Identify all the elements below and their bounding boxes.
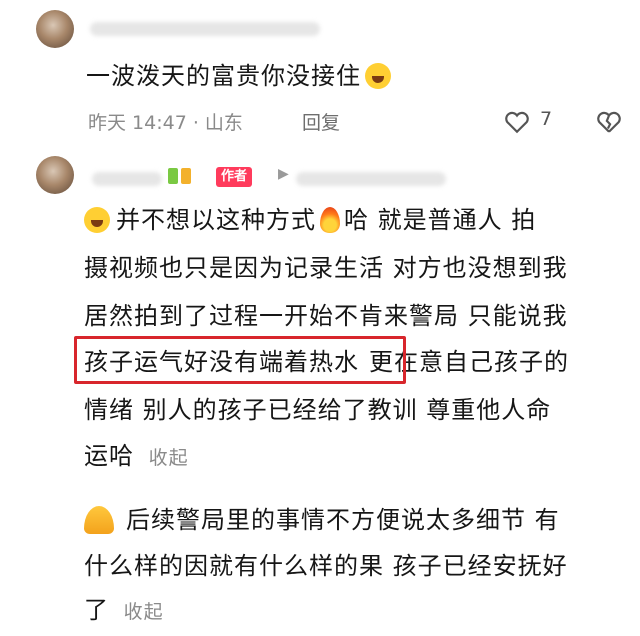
reply2-line-3: 了 收起 <box>84 586 164 636</box>
author-level-icons <box>168 168 204 188</box>
praying-hands-emoji-icon <box>84 506 114 534</box>
author-avatar[interactable] <box>36 156 74 194</box>
reply1-line-6-text: 运哈 <box>84 442 134 470</box>
reply1-line-1b: 哈 就是普通人 拍 <box>344 206 537 234</box>
crying-laughing-emoji-icon <box>365 63 391 89</box>
reply-to-name-blurred <box>296 172 446 186</box>
like-count: 7 <box>540 108 553 130</box>
comment-time-location: 昨天 14:47 · 山东 <box>88 112 243 134</box>
highlight-annotation-box <box>74 336 406 384</box>
comment-text: 一波泼天的富贵你没接住 <box>86 60 391 92</box>
reply2-line-1: 后续警局里的事情不方便说太多细节 有 <box>84 496 560 544</box>
dislike-broken-heart-icon[interactable] <box>596 110 622 134</box>
author-name-blurred[interactable] <box>92 172 162 186</box>
reply1-line-1a: 并不想以这种方式 <box>116 206 316 234</box>
reply1-line-1: 并不想以这种方式哈 就是普通人 拍 <box>84 196 536 244</box>
reply2-line-1-text: 后续警局里的事情不方便说太多细节 有 <box>126 506 560 534</box>
collapse-button[interactable]: 收起 <box>149 447 189 469</box>
comment-text-content: 一波泼天的富贵你没接住 <box>86 62 361 90</box>
reply1-line-5: 情绪 别人的孩子已经给了教训 尊重他人命 <box>84 396 552 424</box>
crying-laughing-emoji-icon <box>84 207 110 233</box>
comment-meta: 昨天 14:47 · 山东 <box>88 108 243 135</box>
like-heart-icon[interactable] <box>504 110 530 134</box>
commenter-avatar[interactable] <box>36 10 74 48</box>
reply2-line-2: 什么样的因就有什么样的果 孩子已经安抚好 <box>84 552 568 580</box>
reply-button[interactable]: 回复 <box>302 108 340 135</box>
reply1-line-2: 摄视频也只是因为记录生活 对方也没想到我 <box>84 254 568 282</box>
reply-to-arrow-icon: ▶ <box>278 166 289 182</box>
reply2-line-3-text: 了 <box>84 596 109 624</box>
reply1-line-3: 居然拍到了过程一开始不肯来警局 只能说我 <box>84 302 568 330</box>
fire-emoji-icon <box>320 207 340 233</box>
collapse-button-2[interactable]: 收起 <box>124 601 164 623</box>
commenter-name-blurred[interactable] <box>90 22 320 36</box>
reply1-line-6: 运哈 收起 <box>84 432 189 482</box>
author-badge: 作者 <box>216 167 253 187</box>
